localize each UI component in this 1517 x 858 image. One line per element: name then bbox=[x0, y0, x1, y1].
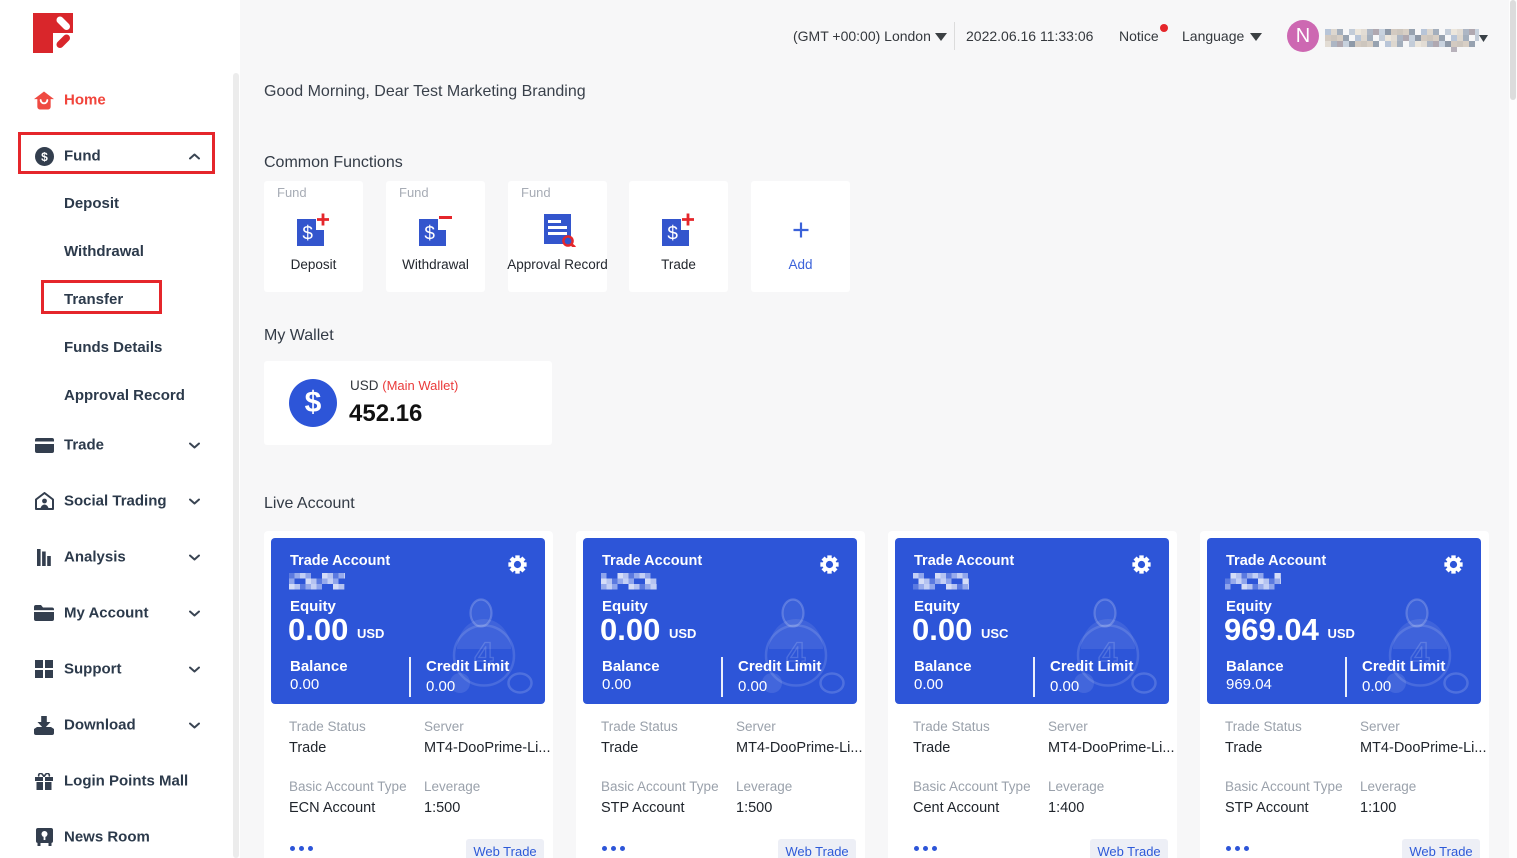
svg-text:$: $ bbox=[424, 224, 435, 245]
svg-text:$: $ bbox=[667, 224, 678, 245]
svg-text:$: $ bbox=[302, 224, 313, 245]
